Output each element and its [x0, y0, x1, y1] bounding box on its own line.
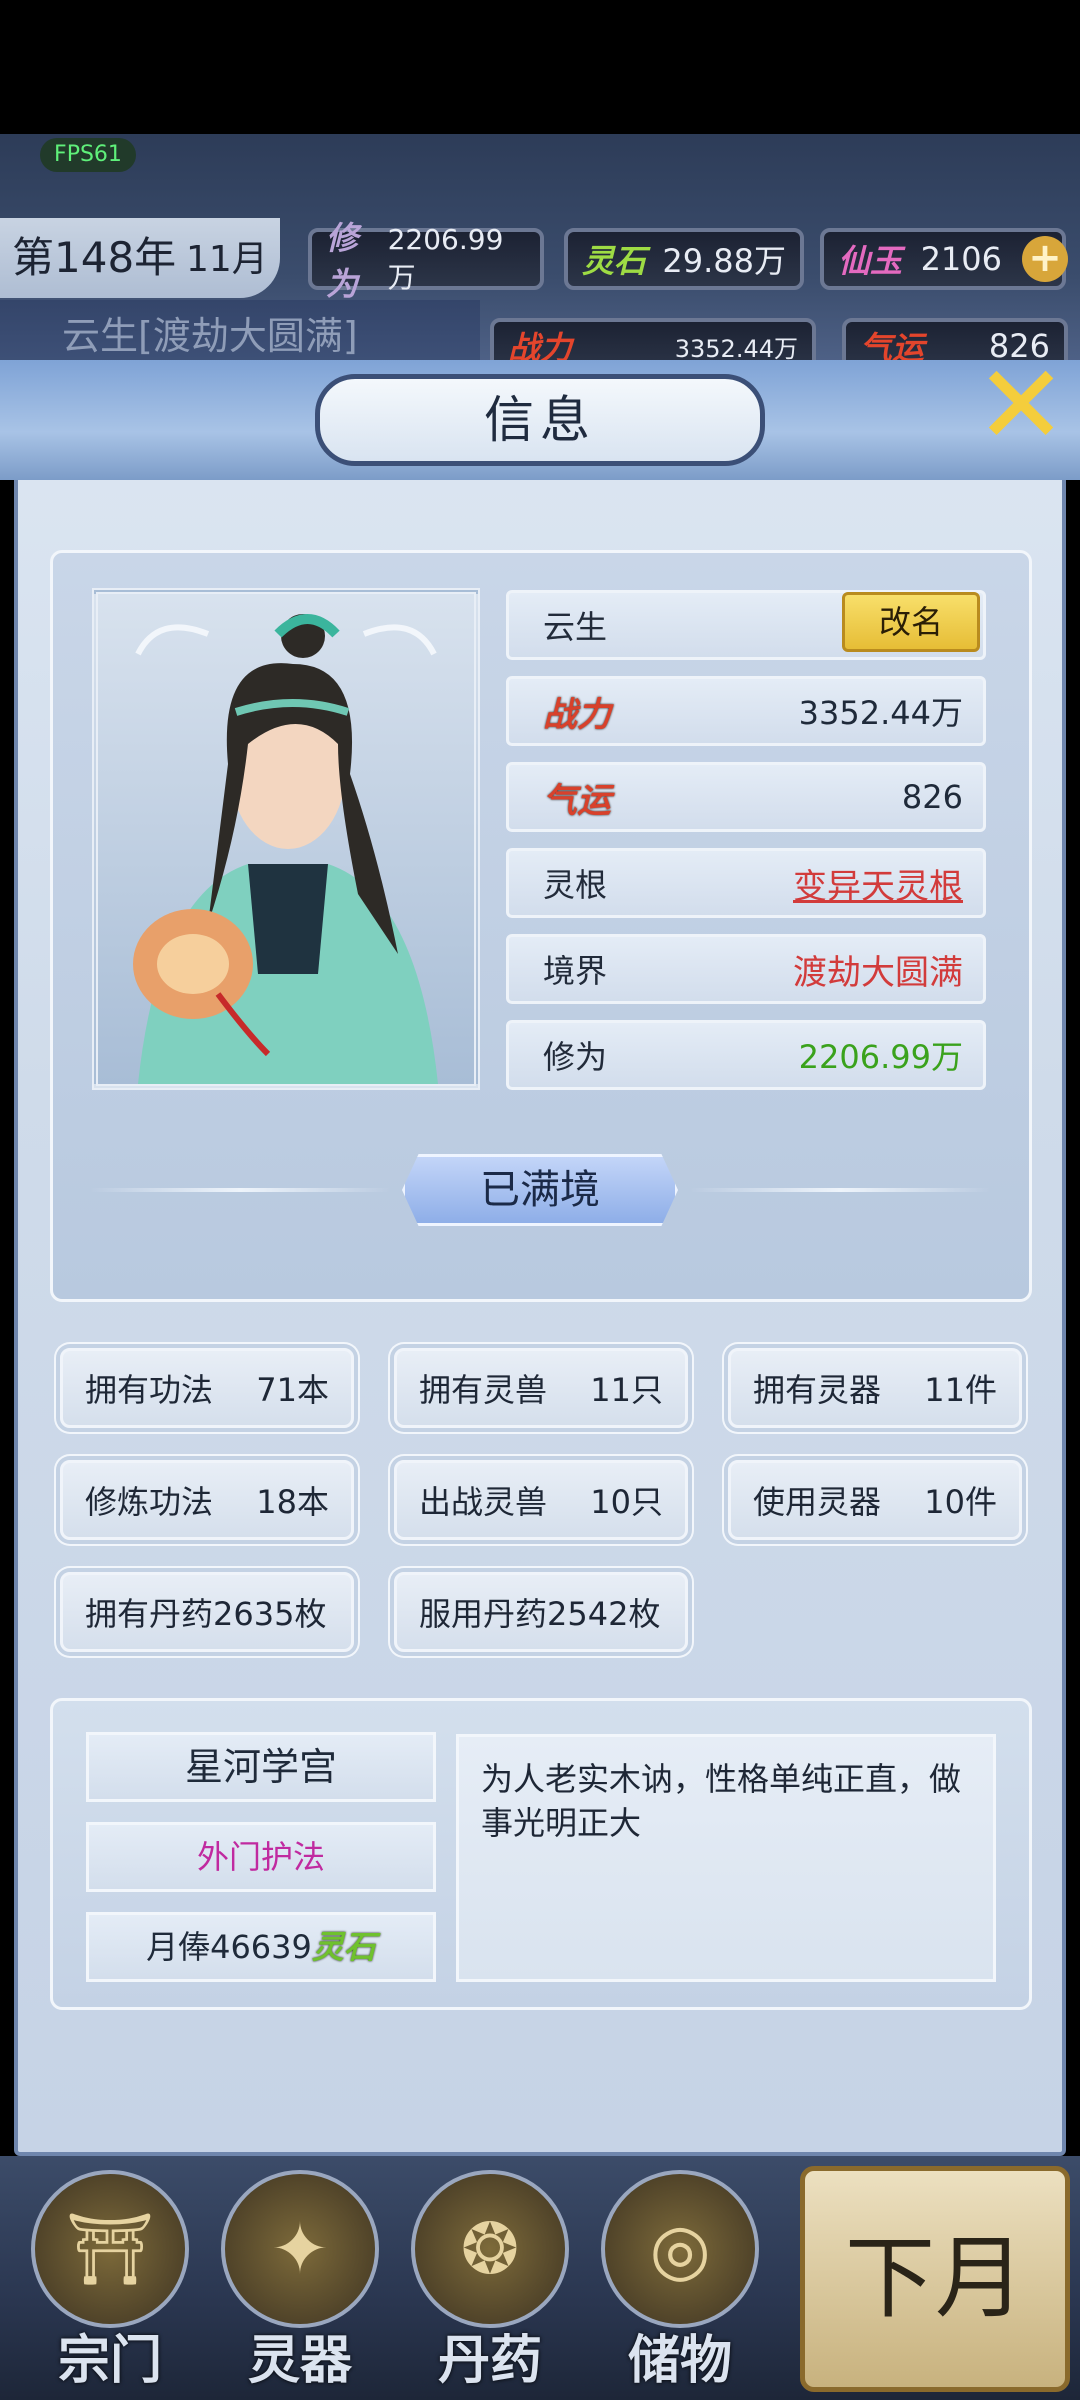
close-icon[interactable]: ✕ [975, 350, 1067, 460]
nav-storage[interactable]: ◎ 储物 [590, 2170, 770, 2391]
spirit-root-row[interactable]: 灵根 变异天灵根 [506, 848, 986, 918]
hud-cultivation-value: 2206.99万 [387, 222, 504, 294]
rename-button[interactable]: 改名 [842, 592, 980, 652]
nav-artifact[interactable]: ✦ 灵器 [210, 2170, 390, 2391]
spirit-root-label: 灵根 [543, 866, 608, 904]
stat-tile-techniques-practiced[interactable]: 修炼功法 18本 [60, 1460, 354, 1540]
salary-amount: 月俸46639 [146, 1928, 312, 1966]
sect-salary: 月俸46639灵石 [86, 1912, 436, 1982]
luck-label: 气运 [543, 780, 611, 821]
nav-sect[interactable]: ⛩ 宗门 [20, 2170, 200, 2391]
power-value: 3352.44万 [798, 694, 963, 732]
stat-tile-artifacts-used[interactable]: 使用灵器 10件 [728, 1460, 1022, 1540]
stat-label: 使用灵器 [753, 1483, 882, 1521]
year-label: 第148年 [12, 233, 177, 282]
nav-artifact-label: 灵器 [247, 2330, 352, 2391]
hud-spirit-stone-value: 29.88万 [662, 242, 786, 280]
stat-label: 拥有功法 [85, 1371, 214, 1409]
nav-pills[interactable]: ❂ 丹药 [400, 2170, 580, 2391]
stat-value: 11只 [590, 1371, 663, 1409]
stat-label: 拥有丹药2635枚 [85, 1595, 327, 1633]
ring-icon: ◎ [601, 2170, 759, 2328]
realm-label: 境界 [543, 952, 608, 990]
cultivation-label: 修为 [543, 1038, 608, 1076]
stat-tile-pills-owned[interactable]: 拥有丹药2635枚 [60, 1572, 354, 1652]
nav-pills-label: 丹药 [437, 2330, 542, 2391]
character-name: 云生 [543, 608, 608, 646]
portrait-figure [133, 614, 438, 1084]
date-display: 第148年 11月 [0, 218, 280, 298]
spirit-stone-unit: 灵石 [311, 1928, 376, 1966]
hud-cultivation-label: 修为 [326, 219, 359, 303]
hud-cultivation: 修为 2206.99万 [308, 219, 544, 303]
fps-counter: FPS61 [40, 138, 136, 172]
gourd-icon: ❂ [411, 2170, 569, 2328]
stat-value: 71本 [256, 1371, 329, 1409]
stat-value: 11件 [924, 1371, 997, 1409]
stat-value: 18本 [256, 1483, 329, 1521]
stat-tile-artifacts-owned[interactable]: 拥有灵器 11件 [728, 1348, 1022, 1428]
flame-icon: ✦ [221, 2170, 379, 2328]
stat-tile-techniques-owned[interactable]: 拥有功法 71本 [60, 1348, 354, 1428]
stat-value: 10只 [590, 1483, 663, 1521]
luck-value: 826 [901, 778, 963, 816]
character-description: 为人老实木讷，性格单纯正直，做事光明正大 [456, 1734, 996, 1982]
stat-label: 修炼功法 [85, 1483, 214, 1521]
stat-tile-beasts-deployed[interactable]: 出战灵兽 10只 [394, 1460, 688, 1540]
cultivation-value: 2206.99万 [798, 1038, 963, 1076]
sect-name: 星河学宫 [86, 1732, 436, 1802]
panel-title: 信息 [315, 374, 765, 466]
divider-right [690, 1188, 990, 1192]
realm-row: 境界 渡劫大圆满 [506, 934, 986, 1004]
stat-value: 10件 [924, 1483, 997, 1521]
stat-label: 出战灵兽 [419, 1483, 548, 1521]
stat-label: 拥有灵兽 [419, 1371, 548, 1409]
character-portrait [92, 588, 480, 1090]
hud-jade-value: 2106 [920, 240, 1002, 278]
add-jade-button[interactable]: + [1022, 236, 1068, 282]
cultivation-row: 修为 2206.99万 [506, 1020, 986, 1090]
stat-tile-beasts-owned[interactable]: 拥有灵兽 11只 [394, 1348, 688, 1428]
hud-jade-label: 仙玉 [838, 242, 903, 280]
hud-power-value: 3352.44万 [674, 334, 798, 363]
nav-storage-label: 储物 [627, 2330, 732, 2391]
spirit-root-link[interactable]: 变异天灵根 [793, 859, 963, 908]
hud-spirit-stone[interactable]: 灵石 29.88万 [564, 228, 804, 290]
sect-position: 外门护法 [86, 1822, 436, 1892]
nav-sect-label: 宗门 [57, 2330, 162, 2391]
divider-left [90, 1188, 390, 1192]
realm-status-badge: 已满境 [402, 1154, 678, 1226]
power-label: 战力 [543, 694, 611, 735]
pavilion-icon: ⛩ [31, 2170, 189, 2328]
stat-label: 拥有灵器 [753, 1371, 882, 1409]
power-row: 战力 3352.44万 [506, 676, 986, 746]
stat-label: 服用丹药2542枚 [419, 1595, 661, 1633]
stat-tile-pills-consumed[interactable]: 服用丹药2542枚 [394, 1572, 688, 1652]
realm-value: 渡劫大圆满 [793, 952, 963, 993]
month-label: 11月 [186, 239, 268, 280]
luck-row: 气运 826 [506, 762, 986, 832]
hud-spirit-stone-label: 灵石 [582, 242, 647, 280]
next-month-button[interactable]: 下月 [800, 2166, 1070, 2392]
